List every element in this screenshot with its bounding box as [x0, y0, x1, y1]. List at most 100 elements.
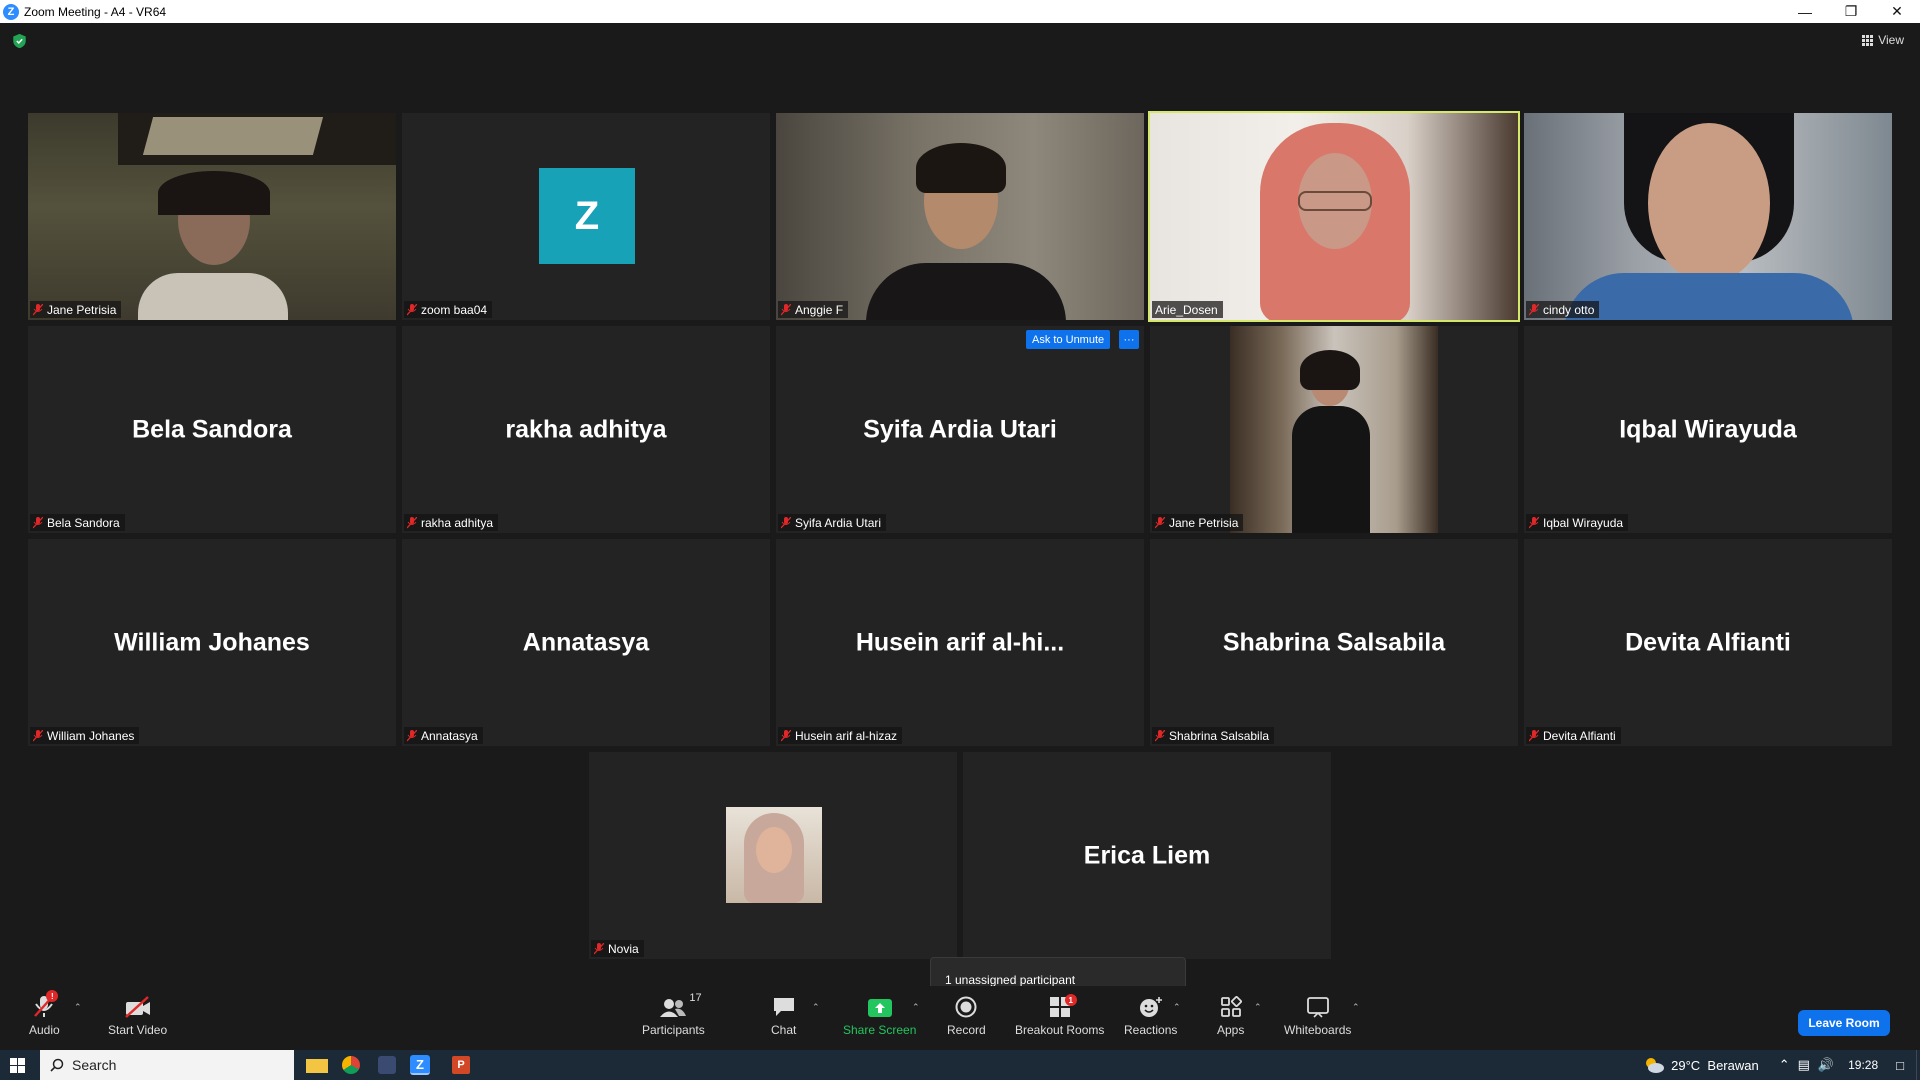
participants-button[interactable]: 17 Participants	[642, 992, 705, 1037]
video-tile[interactable]: Shabrina Salsabila Shabrina Salsabila	[1150, 539, 1518, 746]
participant-name-label: rakha adhitya	[404, 514, 499, 531]
participant-display-name: Erica Liem	[1083, 841, 1211, 869]
audio-options-caret-icon[interactable]: ⌃	[74, 1002, 82, 1013]
participant-video	[28, 113, 396, 320]
participant-name: Novia	[608, 941, 639, 956]
camera-app-icon[interactable]	[378, 1056, 396, 1074]
close-icon[interactable]: ✕	[1874, 0, 1920, 23]
video-tile[interactable]: Novia	[589, 752, 957, 959]
minimize-icon[interactable]: —	[1782, 0, 1828, 23]
video-tile[interactable]: Devita Alfianti Devita Alfianti	[1524, 539, 1892, 746]
reactions-button[interactable]: Reactions	[1124, 992, 1177, 1037]
clock[interactable]: 19:28	[1848, 1058, 1878, 1072]
active-speaker-tile[interactable]: Arie_Dosen	[1148, 111, 1520, 322]
video-tile[interactable]: Z zoom baa04	[402, 113, 770, 320]
participant-display-name: rakha adhitya	[505, 415, 667, 443]
participant-name: Anggie F	[795, 302, 844, 317]
muted-mic-icon	[33, 516, 43, 528]
more-options-button[interactable]: ···	[1119, 330, 1139, 349]
video-tile[interactable]: William Johanes William Johanes	[28, 539, 396, 746]
breakout-rooms-button[interactable]: 1 Breakout Rooms	[1015, 992, 1104, 1037]
apps-label: Apps	[1217, 1023, 1245, 1037]
participant-video	[1150, 113, 1518, 320]
video-tile[interactable]: rakha adhitya rakha adhitya	[402, 326, 770, 533]
participant-name-label: Anggie F	[778, 301, 849, 318]
participant-display-name: Iqbal Wirayuda	[1619, 415, 1797, 443]
share-screen-button[interactable]: Share Screen	[843, 992, 916, 1037]
weather-text: 29°C Berawan	[1671, 1057, 1759, 1073]
participant-name-label: Annatasya	[404, 727, 483, 744]
video-tile[interactable]: Bela Sandora Bela Sandora	[28, 326, 396, 533]
participant-display-name: William Johanes	[114, 628, 310, 656]
chat-button[interactable]: Chat	[771, 992, 796, 1037]
apps-button[interactable]: Apps	[1217, 992, 1244, 1037]
participant-name: Annatasya	[421, 728, 478, 743]
participant-name: Bela Sandora	[47, 515, 120, 530]
taskbar-search[interactable]: Search	[40, 1050, 294, 1080]
network-icon[interactable]: ▤	[1798, 1057, 1810, 1073]
participant-name-label: Iqbal Wirayuda	[1526, 514, 1629, 531]
participants-icon	[660, 999, 687, 1017]
video-tile[interactable]: Syifa Ardia Utari Syifa Ardia Utari	[776, 326, 1144, 533]
share-screen-label: Share Screen	[843, 1023, 917, 1037]
participant-display-name: Devita Alfianti	[1625, 628, 1791, 656]
apps-options-caret-icon[interactable]: ⌃	[1254, 1002, 1262, 1013]
reactions-options-caret-icon[interactable]: ⌃	[1173, 1002, 1181, 1013]
title-bar: Z Zoom Meeting - A4 - VR64 — ❐ ✕	[0, 0, 1920, 23]
participant-name: zoom baa04	[421, 302, 488, 317]
participant-name: Shabrina Salsabila	[1169, 728, 1270, 743]
reactions-icon	[1139, 997, 1162, 1017]
file-explorer-icon[interactable]	[306, 1059, 328, 1073]
video-tile[interactable]: Iqbal Wirayuda Iqbal Wirayuda	[1524, 326, 1892, 533]
avatar: Z	[539, 168, 635, 264]
notifications-icon[interactable]: □	[1896, 1058, 1904, 1073]
leave-room-button[interactable]: Leave Room	[1798, 1010, 1890, 1036]
video-tile[interactable]: Jane Petrisia	[28, 113, 396, 320]
system-tray: 29°C Berawan ⌃ ▤ 🔊 19:28 □	[1643, 1050, 1920, 1080]
start-video-button[interactable]: Start Video	[108, 992, 167, 1037]
whiteboards-button[interactable]: Whiteboards	[1284, 992, 1351, 1037]
encryption-shield-icon[interactable]	[12, 33, 27, 49]
participant-name-label: Shabrina Salsabila	[1152, 727, 1275, 744]
participant-name: Iqbal Wirayuda	[1543, 515, 1624, 530]
window-title: Zoom Meeting - A4 - VR64	[24, 4, 167, 19]
record-button[interactable]: Record	[947, 992, 986, 1037]
share-options-caret-icon[interactable]: ⌃	[912, 1002, 920, 1013]
video-tile[interactable]: Husein arif al-hi... Husein arif al-hiza…	[776, 539, 1144, 746]
windows-start-icon[interactable]	[10, 1058, 25, 1073]
share-screen-icon	[867, 999, 892, 1017]
participant-display-name: Bela Sandora	[132, 415, 292, 443]
whiteboards-options-caret-icon[interactable]: ⌃	[1352, 1002, 1360, 1013]
powerpoint-icon[interactable]: P	[452, 1056, 470, 1074]
muted-mic-icon	[1529, 516, 1539, 528]
chat-options-caret-icon[interactable]: ⌃	[812, 1002, 820, 1013]
grid-view-icon	[1862, 34, 1874, 46]
search-placeholder: Search	[72, 1057, 117, 1073]
audio-label: Audio	[29, 1023, 60, 1037]
video-tile[interactable]: Erica Liem	[963, 752, 1331, 959]
volume-icon[interactable]: 🔊	[1818, 1057, 1834, 1073]
participant-name: cindy otto	[1543, 302, 1595, 317]
video-tile[interactable]: Jane Petrisia	[1150, 326, 1518, 533]
video-tile[interactable]: cindy otto	[1524, 113, 1892, 320]
view-button[interactable]: View	[1862, 33, 1904, 47]
chat-icon	[773, 998, 794, 1016]
muted-mic-icon	[781, 729, 791, 741]
muted-mic-icon	[594, 942, 604, 954]
audio-button[interactable]: ! Audio	[29, 990, 60, 1037]
video-tile[interactable]: Annatasya Annatasya	[402, 539, 770, 746]
restore-icon[interactable]: ❐	[1828, 0, 1874, 23]
tray-chevron-icon[interactable]: ⌃	[1779, 1057, 1790, 1073]
participant-display-name: Annatasya	[522, 628, 650, 656]
zoom-taskbar-icon[interactable]: Z	[410, 1055, 430, 1075]
video-tile[interactable]: Anggie F	[776, 113, 1144, 320]
whiteboards-label: Whiteboards	[1284, 1023, 1352, 1037]
participant-name-label: cindy otto	[1526, 301, 1600, 318]
participant-name: Jane Petrisia	[47, 302, 117, 317]
muted-mic-icon	[1155, 729, 1165, 741]
participant-name: William Johanes	[47, 728, 135, 743]
muted-mic-icon	[33, 303, 43, 315]
chrome-icon[interactable]	[342, 1056, 360, 1074]
show-desktop-strip[interactable]	[1916, 1050, 1920, 1080]
ask-to-unmute-button[interactable]: Ask to Unmute	[1026, 330, 1111, 349]
